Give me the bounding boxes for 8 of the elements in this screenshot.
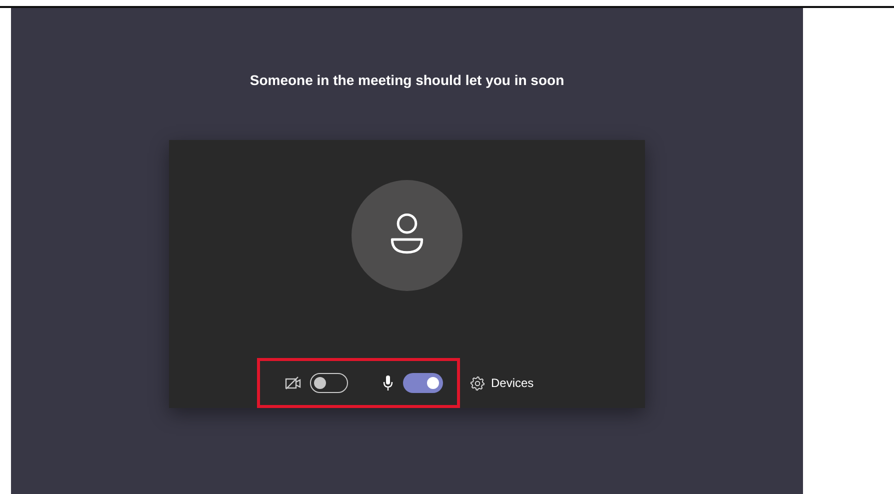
devices-button[interactable]: Devices [470, 376, 534, 390]
camera-off-icon [285, 376, 302, 390]
microphone-toggle[interactable] [403, 373, 443, 393]
avatar-icon [351, 180, 463, 291]
lobby-message: Someone in the meeting should let you in soon [250, 71, 564, 90]
camera-toggle[interactable] [310, 373, 348, 393]
gear-icon [470, 376, 485, 390]
microphone-icon [383, 375, 393, 391]
